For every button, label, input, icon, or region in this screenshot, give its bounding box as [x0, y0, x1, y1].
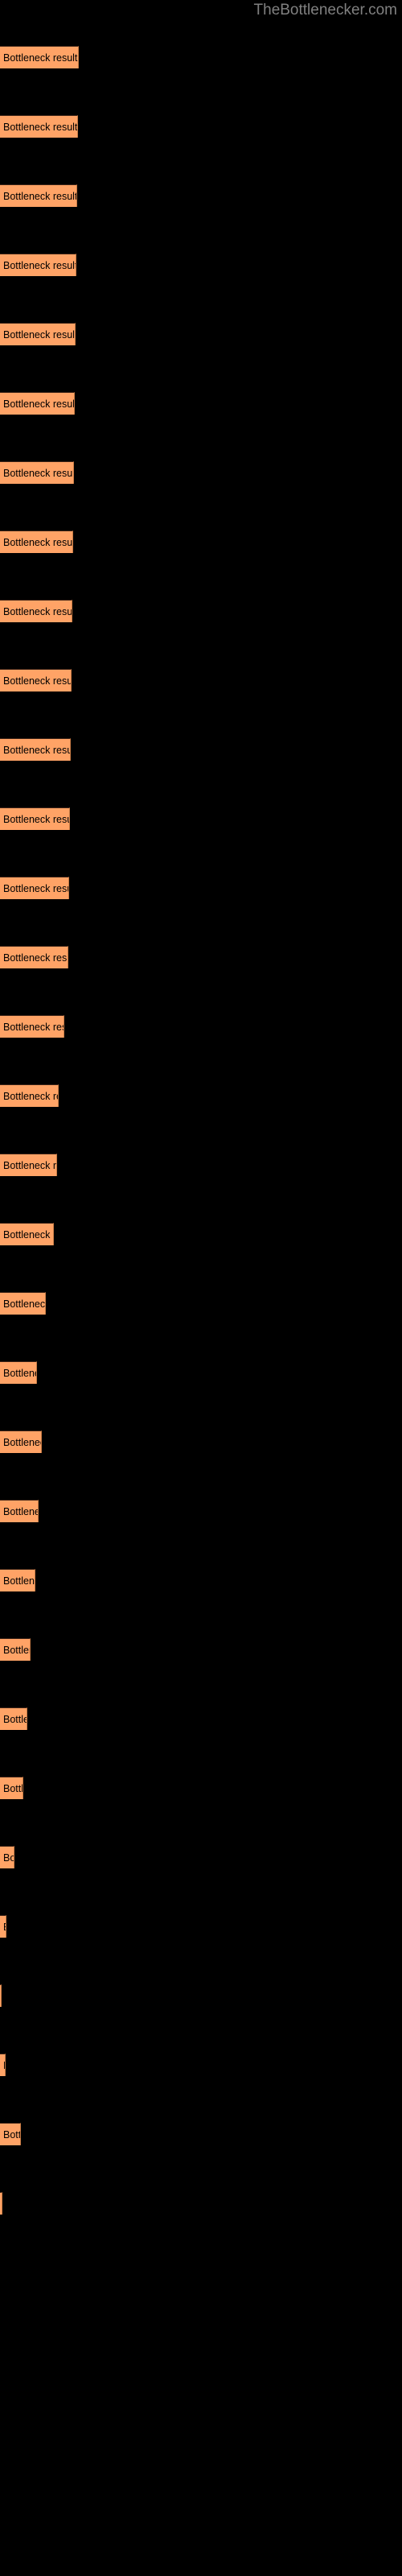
bar-label: Bottleneck result [3, 1228, 53, 1241]
chart-bar[interactable]: Bottleneck result [0, 669, 72, 691]
bar-label: Bottleneck result [3, 190, 77, 202]
chart-bar[interactable]: Bottleneck result [0, 1361, 37, 1384]
bar-label: Bottleneck result [3, 1021, 64, 1033]
bar-label: Bottleneck result [3, 1436, 41, 1448]
bar-label: Bottleneck result [3, 882, 68, 894]
chart-bar[interactable]: Bottleneck result [0, 2192, 2, 2215]
chart-bar[interactable]: Bottleneck result [0, 877, 69, 899]
chart-bar[interactable]: Bottleneck result [0, 807, 70, 830]
chart-bar[interactable]: Bottleneck result [0, 46, 79, 68]
bar-label: Bottleneck result [3, 675, 72, 687]
chart-bar[interactable]: Bottleneck result [0, 1915, 6, 1938]
chart-bar[interactable]: Bottleneck result [0, 600, 72, 622]
chart-bar[interactable]: Bottleneck result [0, 1015, 64, 1038]
bottleneck-bar-chart: Bottleneck result Bottleneck result Bottle… [0, 0, 402, 2576]
chart-bar[interactable]: Bottleneck result [0, 115, 78, 138]
chart-bar[interactable]: Bottleneck result [0, 254, 76, 276]
chart-bar[interactable]: Bottleneck result [0, 1569, 35, 1591]
bar-label: Bottleneck result [3, 605, 72, 617]
bar-label: Bottleneck result [3, 259, 76, 271]
chart-bar[interactable]: Bottleneck result [0, 392, 75, 415]
chart-bar[interactable]: Bottleneck result [0, 323, 76, 345]
chart-bar[interactable]: Bottleneck result [0, 1292, 46, 1315]
chart-bar[interactable]: Bottleneck result [0, 1777, 23, 1799]
chart-bar[interactable]: Bottleneck result [0, 1638, 31, 1661]
bar-label: Bottleneck result [3, 1782, 23, 1794]
bar-label: Bottleneck result [3, 1505, 38, 1517]
bar-label: Bottleneck result [3, 1367, 36, 1379]
bar-label: Bottleneck result [3, 467, 74, 479]
chart-bar[interactable]: Bottleneck result [0, 1984, 2, 2007]
bar-label: Bottleneck result [3, 328, 76, 341]
chart-bar[interactable]: Bottleneck result [0, 1430, 42, 1453]
bar-label: Bottleneck result [3, 536, 73, 548]
bar-label: Bottleneck result [3, 52, 78, 64]
bar-label: Bottleneck result [3, 398, 75, 410]
chart-bar[interactable]: Bottleneck result [0, 1707, 27, 1730]
bar-label: Bottleneck result [3, 2128, 21, 2140]
chart-bar[interactable]: Bottleneck result [0, 738, 71, 761]
bar-label: Bottleneck result [3, 1713, 27, 1725]
bar-label: Bottleneck result [3, 2060, 5, 2071]
chart-bar[interactable]: Bottleneck result [0, 2123, 21, 2145]
bar-label: Bottleneck result [3, 744, 71, 756]
bar-label: Bottleneck result [3, 952, 68, 964]
bar-label: Bottleneck result [3, 1159, 57, 1171]
bar-label: Bottleneck result [3, 121, 78, 133]
chart-bar[interactable]: Bottleneck result [0, 461, 74, 484]
bar-label: Bottleneck result [3, 1090, 58, 1102]
chart-bar[interactable]: Bottleneck result [0, 184, 77, 207]
bar-label: Bottleneck result [3, 813, 69, 825]
chart-bar[interactable]: Bottleneck result [0, 2054, 6, 2076]
bar-label: Bottleneck result [3, 1644, 30, 1656]
bar-label: Bottleneck result [3, 1852, 14, 1864]
chart-bar[interactable]: Bottleneck result [0, 1154, 57, 1176]
bar-label: Bottleneck result [3, 1922, 6, 1933]
bar-label: Bottleneck result [3, 1575, 35, 1587]
chart-bar[interactable]: Bottleneck result [0, 1500, 39, 1522]
chart-bar[interactable]: Bottleneck result [0, 946, 68, 968]
chart-bar[interactable]: Bottleneck result [0, 530, 73, 553]
chart-bar[interactable]: Bottleneck result [0, 1223, 54, 1245]
chart-bar[interactable]: Bottleneck result [0, 1084, 59, 1107]
chart-bar[interactable]: Bottleneck result [0, 1846, 14, 1868]
bar-label: Bottleneck result [3, 1298, 46, 1310]
